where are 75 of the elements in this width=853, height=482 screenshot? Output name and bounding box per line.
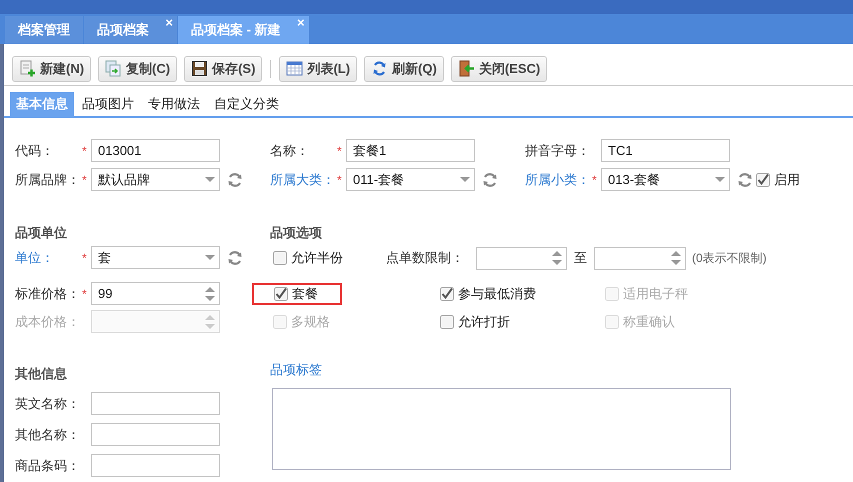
- required-mark: *: [82, 144, 88, 158]
- text-field[interactable]: [91, 392, 220, 415]
- field-label[interactable]: 单位：: [15, 248, 82, 266]
- number-field[interactable]: 99: [91, 282, 220, 305]
- toolbar-button[interactable]: 保存(S): [184, 56, 262, 82]
- tab[interactable]: 品项图片: [76, 92, 140, 116]
- field-label: 点单数限制：: [386, 249, 465, 267]
- dropdown-caret-icon: [460, 176, 470, 182]
- dropdown-field[interactable]: 011-套餐: [346, 168, 475, 191]
- required-mark: *: [82, 172, 88, 186]
- text-field[interactable]: 套餐1: [346, 139, 475, 162]
- field-label: 拼音字母：: [525, 142, 591, 160]
- toolbar-button[interactable]: 新建(N): [12, 56, 92, 82]
- checkbox-option[interactable]: 参与最低消费: [440, 285, 605, 303]
- section-title: 品项单位: [15, 224, 68, 242]
- text-field[interactable]: [91, 454, 220, 477]
- field-label: 英文名称：: [15, 394, 81, 412]
- required-mark: *: [82, 286, 88, 300]
- copy-icon: [105, 60, 122, 77]
- required-mark: *: [337, 172, 343, 186]
- dropdown-field[interactable]: 013-套餐: [601, 168, 730, 191]
- checkbox[interactable]: [440, 315, 454, 329]
- text-field[interactable]: TC1: [601, 139, 730, 162]
- tags-link[interactable]: 品项标签: [270, 361, 322, 379]
- refresh-icon[interactable]: [482, 172, 498, 188]
- toolbar-button[interactable]: 关闭(ESC): [450, 56, 548, 82]
- dropdown-caret-icon: [715, 176, 725, 182]
- dropdown-field[interactable]: 套: [91, 246, 220, 269]
- text-field[interactable]: [91, 423, 220, 446]
- section-title: 品项选项: [270, 224, 323, 242]
- spinner-arrows-icon[interactable]: [552, 250, 562, 266]
- required-mark: *: [592, 172, 598, 186]
- number-field[interactable]: [594, 246, 686, 270]
- new-document-icon: [19, 60, 36, 77]
- checkbox[interactable]: [756, 172, 770, 186]
- checkbox[interactable]: [440, 287, 454, 301]
- required-mark: *: [82, 250, 88, 264]
- required-mark: *: [337, 144, 343, 158]
- spinner-arrows-icon[interactable]: [205, 286, 215, 302]
- field-label: 名称：: [270, 142, 310, 160]
- dropdown-caret-icon: [205, 176, 215, 182]
- number-field[interactable]: [476, 246, 567, 270]
- checkbox[interactable]: [273, 251, 287, 265]
- field-label: 代码：: [15, 142, 55, 160]
- field-label[interactable]: 所属小类：: [525, 170, 592, 188]
- toolbar-button[interactable]: 列表(L): [279, 56, 358, 82]
- refresh-icon: [371, 60, 388, 77]
- field-label: 成本价格：: [15, 312, 81, 330]
- exit-door-icon: [458, 60, 475, 77]
- section-title: 其他信息: [15, 365, 67, 383]
- toolbar-button[interactable]: 刷新(Q): [364, 56, 444, 82]
- field-label: 商品条码：: [15, 456, 81, 474]
- tab[interactable]: 专用做法: [142, 92, 206, 116]
- refresh-icon[interactable]: [227, 250, 243, 266]
- table-icon: [286, 60, 304, 77]
- toolbar-button[interactable]: 复制(C): [98, 56, 178, 82]
- hint-text: (0表示不限制): [692, 250, 767, 266]
- spinner-arrows-icon[interactable]: [671, 250, 681, 266]
- refresh-icon[interactable]: [737, 172, 753, 188]
- range-separator: 至: [574, 249, 587, 267]
- dropdown-field[interactable]: 默认品牌: [91, 168, 220, 191]
- checkbox-option[interactable]: 启用: [756, 170, 800, 188]
- field-label: 标准价格：: [15, 284, 81, 302]
- text-field[interactable]: 013001: [91, 139, 220, 162]
- field-label: 其他名称：: [15, 426, 81, 444]
- dropdown-caret-icon: [205, 254, 215, 260]
- checkbox[interactable]: [274, 287, 288, 301]
- refresh-icon[interactable]: [227, 172, 243, 188]
- tab[interactable]: 自定义分类: [208, 92, 285, 116]
- checkbox-option[interactable]: 套餐: [274, 285, 318, 303]
- field-label: 所属品牌：: [15, 170, 81, 188]
- field-label[interactable]: 所属大类：: [270, 170, 337, 188]
- checkbox-option[interactable]: 允许半份: [273, 249, 386, 267]
- tags-text-area[interactable]: [272, 388, 731, 470]
- checkbox-option[interactable]: 允许打折: [440, 313, 605, 331]
